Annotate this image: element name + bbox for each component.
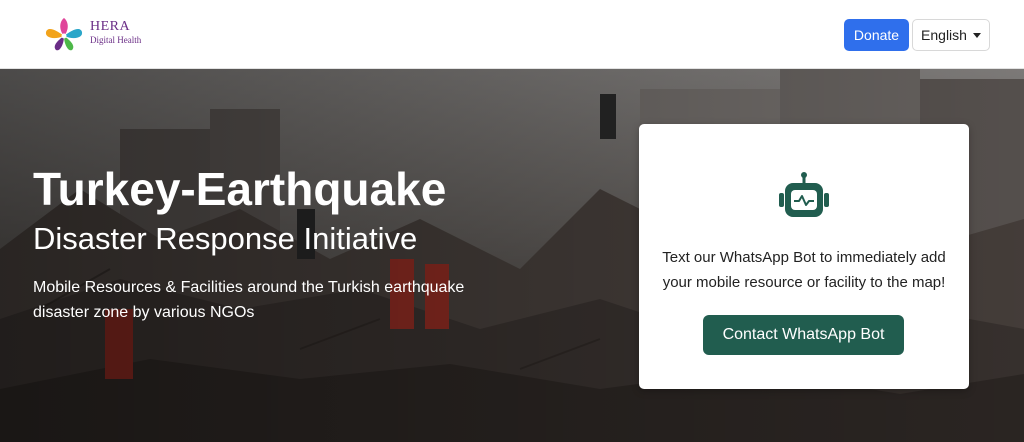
language-label: English: [921, 27, 967, 43]
hera-flower-logo-icon: [45, 18, 83, 51]
navbar: HERA Digital Health Donate English: [0, 0, 1024, 69]
donate-label: Donate: [853, 27, 900, 43]
contact-whatsapp-bot-button[interactable]: Contact WhatsApp Bot: [703, 315, 904, 355]
caret-down-icon: [972, 33, 981, 38]
contact-whatsapp-bot-label: Contact WhatsApp Bot: [722, 326, 885, 343]
whatsapp-bot-description: Text our WhatsApp Bot to immediately add…: [662, 249, 946, 291]
hero-description: Mobile Resources & Facilities around the…: [33, 279, 465, 321]
logo-subtitle: Digital Health: [90, 35, 142, 45]
hero-section: Turkey-Earthquake Disaster Response Init…: [0, 69, 1024, 442]
hera-logo[interactable]: HERA Digital Health: [42, 12, 152, 54]
whatsapp-bot-card: Text our WhatsApp Bot to immediately add…: [639, 124, 969, 389]
donate-button[interactable]: Donate: [844, 19, 909, 51]
hero-subtitle: Disaster Response Initiative: [33, 221, 418, 256]
language-dropdown[interactable]: English: [912, 19, 990, 51]
hero-title: Turkey-Earthquake: [33, 163, 447, 215]
logo-name: HERA: [90, 19, 131, 34]
robot-icon: [779, 172, 829, 217]
